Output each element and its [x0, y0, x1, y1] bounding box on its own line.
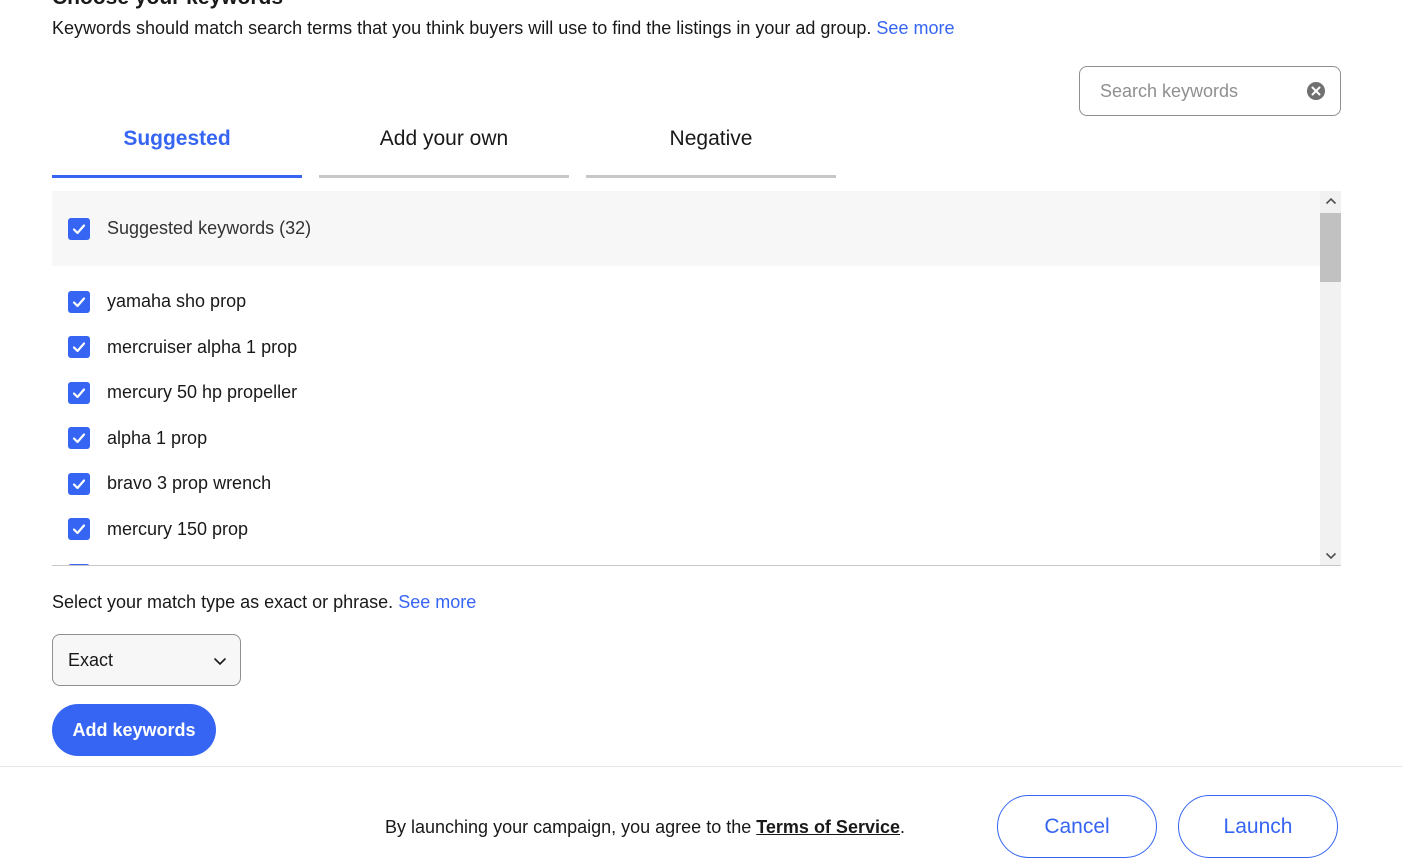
chevron-down-icon [214, 658, 226, 666]
keyword-checkbox[interactable] [68, 290, 90, 313]
suggested-keywords-count: Suggested keywords (32) [107, 218, 312, 238]
terms-prefix: By launching your campaign, you agree to… [385, 817, 752, 837]
keyword-list: yamaha sho prop mercruiser alpha 1 prop … [52, 266, 1341, 565]
list-item: mercury 50 hp propeller [52, 370, 1341, 416]
terms-of-service-link[interactable]: Terms of Service [756, 817, 900, 837]
keyword-label: alpha 1 prop [107, 427, 208, 448]
checkmark-icon [72, 297, 86, 307]
list-header: Suggested keywords (32) [52, 191, 1320, 266]
scroll-down-arrow-icon[interactable] [1320, 546, 1341, 565]
list-item: mercruiser alpha 1 prop [52, 325, 1341, 371]
checkmark-icon [72, 479, 86, 489]
keyword-checkbox[interactable] [68, 563, 90, 565]
intro-body: Keywords should match search terms that … [52, 18, 872, 38]
keyword-label: mercruiser alpha 1 prop [107, 336, 298, 357]
list-item: mercury 150 prop [52, 507, 1341, 553]
keyword-checkbox[interactable] [68, 427, 90, 450]
suggested-keywords-panel: Suggested keywords (32) yamaha sho prop … [52, 191, 1341, 566]
search-keywords-box [1079, 66, 1341, 116]
terms-suffix: . [900, 817, 906, 837]
tab-negative[interactable]: Negative [586, 108, 836, 178]
tab-add-your-own[interactable]: Add your own [319, 108, 569, 178]
keyword-label: mercury 150 prop [107, 518, 249, 539]
footer-divider [0, 766, 1402, 767]
keyword-label: yamaha sho prop [107, 291, 247, 312]
clear-circle-icon[interactable] [1306, 81, 1326, 101]
keyword-label: mercury 50 hp propeller [107, 382, 298, 403]
search-keywords-input[interactable] [1080, 80, 1290, 102]
select-all-checkbox[interactable] [68, 217, 90, 240]
match-type-description: Select your match type as exact or phras… [52, 592, 394, 612]
add-keywords-button[interactable]: Add keywords [52, 704, 216, 756]
checkmark-icon [72, 433, 86, 444]
match-type-selected-value: Exact [68, 649, 114, 670]
match-type-select[interactable]: Exact [52, 634, 241, 686]
launch-button[interactable]: Launch [1178, 795, 1338, 858]
keyword-checkbox[interactable] [68, 472, 90, 495]
match-type-text: Select your match type as exact or phras… [52, 592, 476, 613]
cancel-button[interactable]: Cancel [997, 795, 1157, 858]
list-item: bravo 3 prop wrench [52, 461, 1341, 507]
list-scrollbar[interactable] [1320, 191, 1341, 565]
checkmark-icon [72, 524, 86, 535]
match-type-see-more-link[interactable]: See more [398, 592, 476, 612]
keyword-checkbox[interactable] [68, 336, 90, 359]
intro-see-more-link[interactable]: See more [876, 18, 954, 38]
keyword-tabs: Suggested Add your own Negative [52, 108, 853, 178]
keyword-checkbox[interactable] [68, 381, 90, 404]
list-item [52, 552, 1341, 565]
tab-suggested[interactable]: Suggested [52, 108, 302, 178]
section-title: Choose your keywords [52, 0, 283, 10]
keyword-checkbox[interactable] [68, 518, 90, 541]
list-item: yamaha sho prop [52, 279, 1341, 325]
scroll-up-arrow-icon[interactable] [1320, 191, 1341, 211]
checkmark-icon [72, 388, 86, 398]
scroll-thumb[interactable] [1320, 213, 1341, 282]
checkmark-icon [72, 223, 86, 234]
terms-text: By launching your campaign, you agree to… [385, 817, 905, 838]
list-item: alpha 1 prop [52, 416, 1341, 462]
checkmark-icon [72, 342, 86, 353]
keyword-label: bravo 3 prop wrench [107, 473, 272, 494]
intro-text: Keywords should match search terms that … [52, 18, 954, 39]
